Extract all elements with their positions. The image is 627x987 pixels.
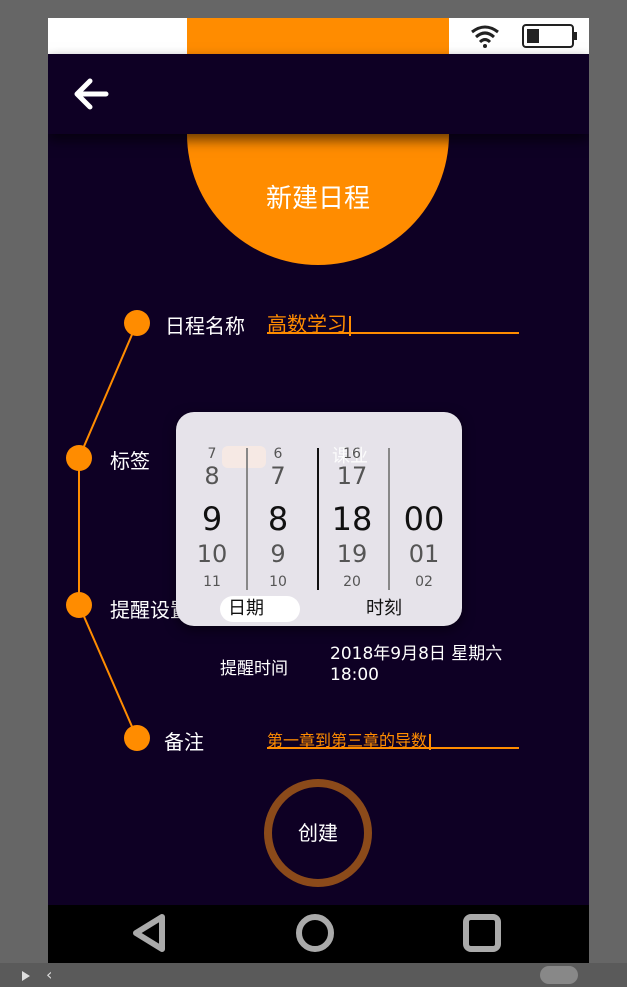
picker-item: 8 bbox=[204, 462, 220, 490]
picker-item: 10 bbox=[269, 574, 287, 590]
square-recent-icon[interactable] bbox=[460, 911, 504, 955]
picker-column-hour[interactable]: 16 17 18 19 20 bbox=[324, 412, 380, 626]
schedule-name-label: 日程名称 bbox=[165, 314, 245, 338]
text-cursor bbox=[349, 315, 351, 336]
emulator-scrollbar: ‹ bbox=[0, 963, 627, 987]
back-arrow-icon[interactable] bbox=[70, 72, 116, 116]
phone-screen: 新建日程 日程名称 高数学习 标签 提醒设置 课业 7 8 9 10 11 6 … bbox=[48, 18, 589, 963]
create-button[interactable]: 创建 bbox=[264, 779, 372, 887]
picker-column-month[interactable]: 7 8 9 10 11 bbox=[184, 412, 240, 626]
scrollbar-thumb[interactable] bbox=[540, 966, 578, 984]
app-bar bbox=[48, 54, 589, 134]
schedule-name-input[interactable]: 高数学习 bbox=[267, 308, 519, 336]
picker-item: 01 bbox=[408, 540, 440, 568]
picker-tab-time[interactable]: 时刻 bbox=[366, 596, 402, 622]
picker-item-selected: 9 bbox=[201, 500, 223, 538]
page-title: 新建日程 bbox=[265, 184, 370, 214]
circle-home-icon[interactable] bbox=[293, 911, 337, 955]
picker-item-selected: 18 bbox=[331, 500, 373, 538]
picker-item: 11 bbox=[203, 574, 221, 590]
picker-item: 20 bbox=[343, 574, 361, 590]
battery-low-icon bbox=[522, 24, 577, 48]
triangle-back-icon[interactable] bbox=[128, 911, 172, 955]
picker-item: 19 bbox=[336, 540, 368, 568]
picker-item-selected: 8 bbox=[267, 500, 289, 538]
picker-divider bbox=[388, 448, 390, 590]
picker-item-selected: 00 bbox=[403, 500, 445, 538]
note-input[interactable]: 第一章到第三章的导数 bbox=[267, 727, 519, 750]
picker-tab-date[interactable]: 日期 bbox=[220, 596, 300, 622]
remind-time-value[interactable]: 2018年9月8日 星期六 18:00 bbox=[330, 644, 502, 686]
picker-item: 6 bbox=[273, 446, 283, 462]
picker-item: 02 bbox=[415, 574, 433, 590]
picker-divider bbox=[246, 448, 248, 590]
picker-item: 10 bbox=[196, 540, 228, 568]
play-icon[interactable] bbox=[14, 967, 38, 985]
note-value: 第一章到第三章的导数 bbox=[267, 731, 428, 750]
picker-item: 17 bbox=[336, 462, 368, 490]
picker-item: 16 bbox=[343, 446, 361, 462]
picker-item: 9 bbox=[270, 540, 286, 568]
remind-time-label: 提醒时间 bbox=[220, 659, 288, 679]
picker-divider bbox=[317, 448, 319, 590]
note-label: 备注 bbox=[164, 730, 204, 754]
text-cursor bbox=[429, 733, 432, 750]
picker-column-minute[interactable]: 00 01 02 bbox=[396, 412, 452, 626]
remind-time: 18:00 bbox=[330, 665, 379, 685]
chevron-left-icon[interactable]: ‹ bbox=[46, 965, 52, 984]
picker-column-day[interactable]: 6 7 8 9 10 bbox=[250, 412, 306, 626]
system-nav-bar bbox=[48, 905, 589, 963]
tag-label: 标签 bbox=[110, 449, 150, 473]
wifi-icon bbox=[471, 25, 499, 48]
date-time-picker[interactable]: 课业 7 8 9 10 11 6 7 8 9 10 16 17 18 19 20… bbox=[176, 412, 462, 626]
remind-date: 2018年9月8日 星期六 bbox=[330, 644, 503, 664]
schedule-name-value: 高数学习 bbox=[267, 312, 347, 336]
picker-item: 7 bbox=[207, 446, 217, 462]
picker-item: 7 bbox=[270, 462, 286, 490]
